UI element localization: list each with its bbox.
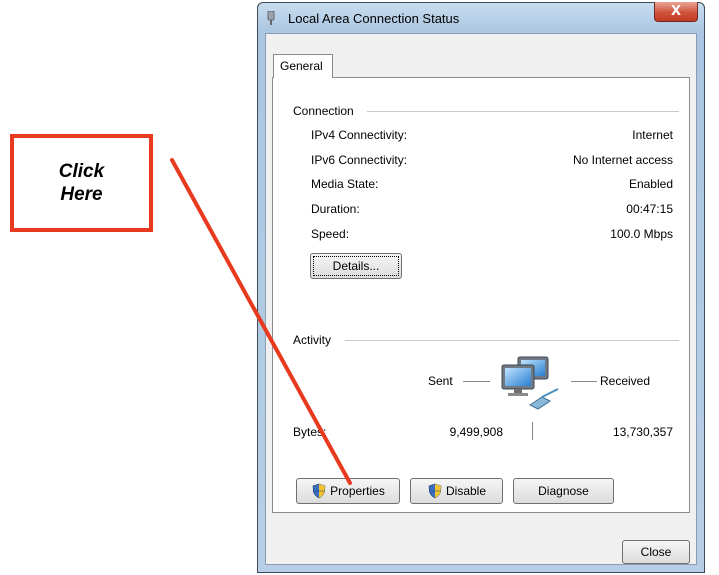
disable-button-label: Disable [445,484,487,498]
bytes-divider [532,422,533,440]
uac-shield-icon [312,483,326,499]
sent-label: Sent [428,374,453,388]
duration-value: 00:47:15 [626,202,673,216]
diagnose-button[interactable]: Diagnose [513,478,614,504]
general-tab-panel: Connection IPv4 Connectivity: Internet I… [272,77,690,513]
close-icon: X [670,4,682,19]
bytes-received-value: 13,730,357 [612,425,673,439]
close-button-label: Close [640,545,672,559]
properties-button-label: Properties [330,484,385,498]
received-label: Received [600,374,651,388]
tab-general[interactable]: General [273,54,333,78]
connection-group-divider [367,111,679,112]
window-title: Local Area Connection Status [288,11,460,26]
diagnose-button-label: Diagnose [538,484,589,498]
network-adapter-icon [267,11,275,25]
activity-group-divider [345,340,679,341]
activity-group-heading: Activity [293,333,332,347]
click-here-callout: Click Here [10,134,153,232]
connection-group-heading: Connection [293,104,354,118]
ipv6-label: IPv6 Connectivity: [311,153,408,167]
received-connector-line [571,381,597,382]
speed-value: 100.0 Mbps [610,227,673,241]
ipv4-value: Internet [632,128,673,142]
close-button[interactable]: Close [622,540,690,564]
network-computers-icon [501,356,559,410]
callout-text: Click Here [58,161,105,205]
connection-status-window: Local Area Connection Status X General C… [257,2,705,573]
media-state-label: Media State: [311,177,379,191]
bytes-sent-value: 9,499,908 [449,425,503,439]
ipv6-value: No Internet access [572,153,673,167]
uac-shield-icon [428,483,442,499]
disable-button[interactable]: Disable [410,478,503,504]
title-bar[interactable]: Local Area Connection Status X [258,2,704,33]
ipv4-label: IPv4 Connectivity: [311,128,408,142]
dialog-client-area: General Connection IPv4 Connectivity: In… [265,33,697,565]
bytes-label: Bytes: [293,425,327,439]
speed-label: Speed: [311,227,350,241]
media-state-value: Enabled [628,177,673,191]
details-button[interactable]: Details... [310,253,402,279]
sent-connector-line [463,381,490,382]
close-window-button[interactable]: X [654,2,698,22]
duration-label: Duration: [311,202,360,216]
properties-button[interactable]: Properties [296,478,400,504]
